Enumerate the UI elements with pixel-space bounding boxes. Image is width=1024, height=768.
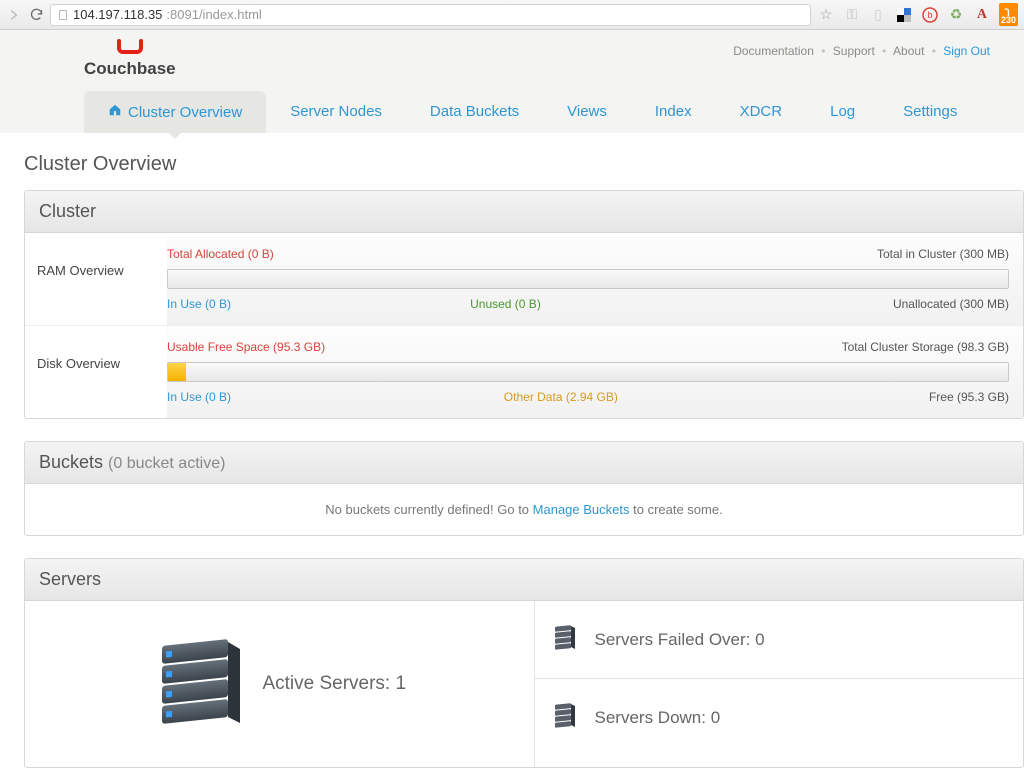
tab-label: Settings xyxy=(903,103,957,120)
tab-views[interactable]: Views xyxy=(543,91,631,133)
url-host: 104.197.118.35 xyxy=(73,7,162,22)
tab-data-buckets[interactable]: Data Buckets xyxy=(406,91,543,133)
disk-usage-bar xyxy=(167,362,1009,382)
buckets-empty-message: No buckets currently defined! Go to Mana… xyxy=(25,484,1023,535)
servers-failed-label: Servers Failed Over: xyxy=(595,630,756,649)
page-icon xyxy=(57,9,69,21)
buckets-heading-sub: (0 bucket active) xyxy=(108,455,225,472)
chrome-extensions: ☆ ⚿ ▯ b ♻ A ╮230 xyxy=(817,3,1018,26)
rss-badge-icon[interactable]: ╮230 xyxy=(999,3,1018,26)
servers-down-row: Servers Down: 0 xyxy=(535,679,1024,756)
tab-cluster-overview[interactable]: Cluster Overview xyxy=(84,91,266,133)
ram-unused: Unused (0 B) xyxy=(470,297,541,311)
ram-usage-bar xyxy=(167,269,1009,289)
servers-down-value: 0 xyxy=(711,708,720,727)
tab-label: Server Nodes xyxy=(290,103,382,120)
main-nav: Cluster Overview Server Nodes Data Bucke… xyxy=(0,79,1024,133)
tab-label: Data Buckets xyxy=(430,103,519,120)
disk-usable-free: Usable Free Space (95.3 GB) xyxy=(167,340,325,354)
tab-label: Views xyxy=(567,103,607,120)
server-large-icon xyxy=(152,629,244,739)
circle-b-icon[interactable]: b xyxy=(921,6,939,24)
active-servers-label: Active Servers: xyxy=(262,673,395,694)
page-header: Couchbase Documentation • Support • Abou… xyxy=(0,30,1024,79)
utility-links: Documentation • Support • About • Sign O… xyxy=(733,38,990,58)
ram-total-allocated: Total Allocated (0 B) xyxy=(167,247,274,261)
tab-label: Log xyxy=(830,103,855,120)
disk-other-data: Other Data (2.94 GB) xyxy=(504,390,618,404)
address-bar[interactable]: 104.197.118.35 :8091/index.html xyxy=(50,4,811,26)
panel-servers-header: Servers xyxy=(25,559,1023,601)
browser-toolbar: 104.197.118.35 :8091/index.html ☆ ⚿ ▯ b ♻… xyxy=(0,0,1024,30)
panel-buckets-header: Buckets (0 bucket active) xyxy=(25,442,1023,484)
tab-label: Cluster Overview xyxy=(128,104,242,121)
link-about[interactable]: About xyxy=(893,44,924,58)
link-documentation[interactable]: Documentation xyxy=(733,44,814,58)
star-icon[interactable]: ☆ xyxy=(817,6,835,24)
server-small-icon xyxy=(553,623,577,656)
link-sign-out[interactable]: Sign Out xyxy=(943,44,990,58)
home-icon xyxy=(108,103,122,121)
tab-log[interactable]: Log xyxy=(806,91,879,133)
brand-text: Couchbase xyxy=(84,59,176,79)
ram-total-in-cluster: Total in Cluster (300 MB) xyxy=(877,247,1009,261)
active-servers-text: Active Servers: 1 xyxy=(262,673,406,695)
panel-cluster-header: Cluster xyxy=(25,191,1023,233)
ram-overview-row: RAM Overview Total Allocated (0 B) Total… xyxy=(25,233,1023,326)
buckets-msg-pre: No buckets currently defined! Go to xyxy=(325,502,532,517)
active-servers-value: 1 xyxy=(395,673,406,694)
servers-down-label: Servers Down: xyxy=(595,708,711,727)
ram-overview-label: RAM Overview xyxy=(25,233,167,325)
link-support[interactable]: Support xyxy=(833,44,875,58)
tab-index[interactable]: Index xyxy=(631,91,716,133)
disk-in-use: In Use (0 B) xyxy=(167,390,231,404)
ram-unallocated: Unallocated (300 MB) xyxy=(893,297,1009,311)
recycle-icon[interactable]: ♻ xyxy=(947,6,965,24)
server-small-icon xyxy=(553,701,577,734)
url-path: :8091/index.html xyxy=(166,7,261,22)
tab-xdcr[interactable]: XDCR xyxy=(716,91,807,133)
forward-icon[interactable] xyxy=(6,7,22,23)
servers-failed-over-text: Servers Failed Over: 0 xyxy=(595,630,765,650)
tab-label: Index xyxy=(655,103,692,120)
reload-icon[interactable] xyxy=(28,7,44,23)
panel-cluster: Cluster RAM Overview Total Allocated (0 … xyxy=(24,190,1024,419)
disk-total-storage: Total Cluster Storage (98.3 GB) xyxy=(842,340,1009,354)
disk-overview-label: Disk Overview xyxy=(25,326,167,418)
servers-down-text: Servers Down: 0 xyxy=(595,708,721,728)
buckets-heading: Buckets xyxy=(39,452,103,472)
page-title: Cluster Overview xyxy=(0,133,1024,190)
divider-icon: ▯ xyxy=(869,6,887,24)
key-icon[interactable]: ⚿ xyxy=(843,6,861,24)
manage-buckets-link[interactable]: Manage Buckets xyxy=(533,502,630,517)
tab-settings[interactable]: Settings xyxy=(879,91,981,133)
svg-text:b: b xyxy=(927,10,932,20)
brand-logo[interactable]: Couchbase xyxy=(84,38,176,79)
servers-failed-value: 0 xyxy=(755,630,764,649)
servers-failed-over-row: Servers Failed Over: 0 xyxy=(535,601,1024,679)
active-servers-block: Active Servers: 1 xyxy=(25,601,534,767)
ram-in-use: In Use (0 B) xyxy=(167,297,231,311)
panel-servers: Servers Active Servers: 1 xyxy=(24,558,1024,768)
buckets-msg-post: to create some. xyxy=(630,502,723,517)
delicious-icon[interactable] xyxy=(895,6,913,24)
disk-free: Free (95.3 GB) xyxy=(929,390,1009,404)
tab-server-nodes[interactable]: Server Nodes xyxy=(266,91,406,133)
disk-overview-row: Disk Overview Usable Free Space (95.3 GB… xyxy=(25,326,1023,418)
panel-buckets: Buckets (0 bucket active) No buckets cur… xyxy=(24,441,1024,536)
tab-label: XDCR xyxy=(740,103,783,120)
letter-a-icon[interactable]: A xyxy=(973,6,991,24)
disk-other-data-fill xyxy=(168,363,186,381)
logo-icon xyxy=(115,38,145,59)
